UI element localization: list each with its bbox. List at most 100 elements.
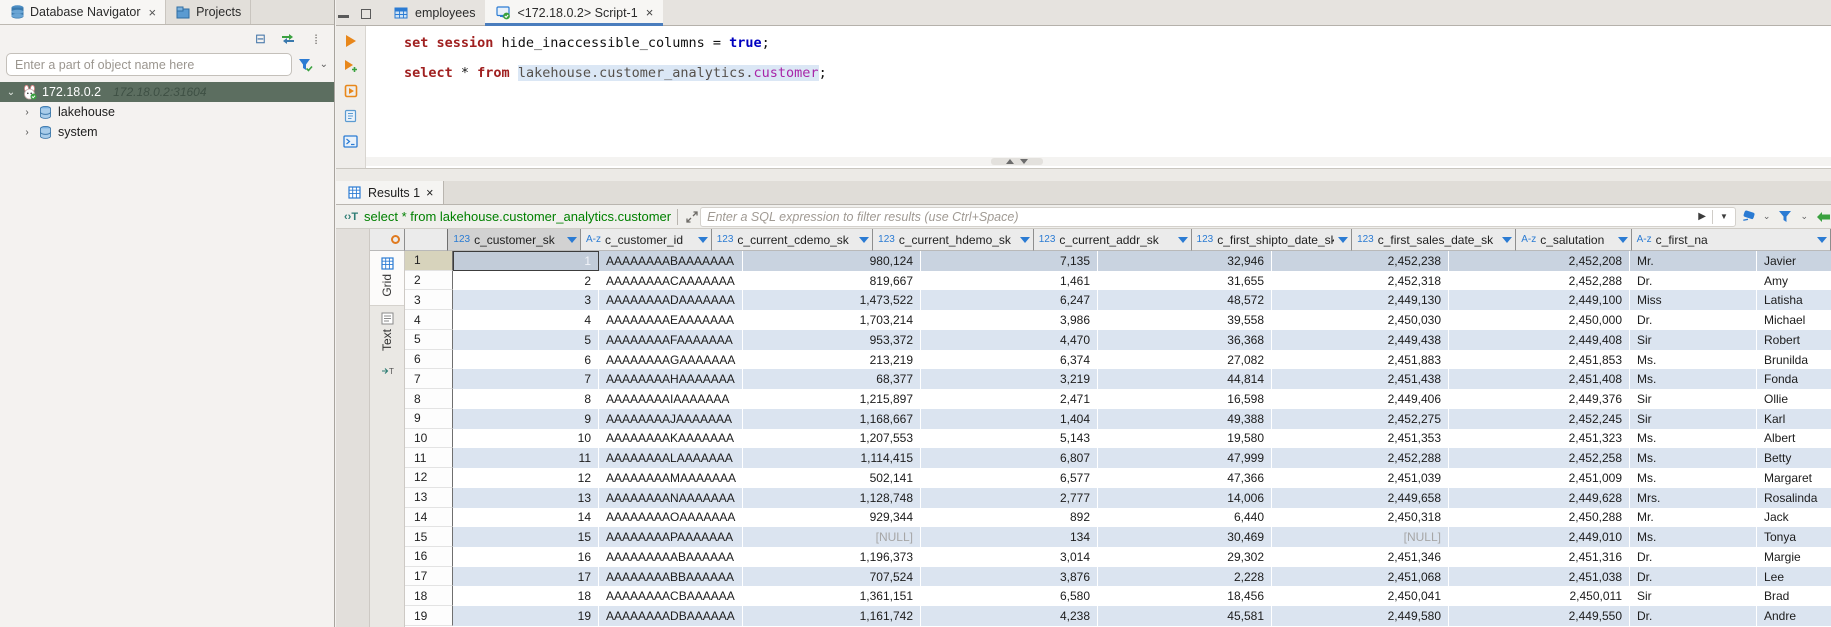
cell-c_salutation[interactable]: Sir xyxy=(1630,586,1757,606)
sql-line[interactable]: select * from lakehouse.customer_analyti… xyxy=(404,60,1831,90)
sort-menu-icon[interactable] xyxy=(698,237,708,243)
cell-c_customer_sk[interactable]: 13 xyxy=(453,488,599,508)
cell-c_salutation[interactable]: Miss xyxy=(1630,290,1757,310)
presentation-tab-text[interactable]: Text xyxy=(370,306,404,359)
splitter-collapse-handle[interactable] xyxy=(991,158,1043,165)
cell-c_current_cdemo_sk[interactable]: 1,196,373 xyxy=(743,547,921,567)
sort-menu-icon[interactable] xyxy=(1338,237,1348,243)
column-header-c_current_addr_sk[interactable]: 123c_current_addr_sk xyxy=(1034,229,1192,251)
cell-c_first_shipto_date_sk[interactable]: 2,452,275 xyxy=(1272,409,1449,429)
cell-c_current_addr_sk[interactable]: 16,598 xyxy=(1098,389,1272,409)
sort-menu-icon[interactable] xyxy=(1020,237,1030,243)
chevron-down-icon[interactable]: ⌄ xyxy=(1800,211,1808,222)
close-icon[interactable]: × xyxy=(148,5,156,20)
cell-c_first_shipto_date_sk[interactable]: 2,451,438 xyxy=(1272,369,1449,389)
cell-c_first_sales_date_sk[interactable]: 2,452,208 xyxy=(1449,251,1630,271)
cell-c_current_hdemo_sk[interactable]: 2,471 xyxy=(921,389,1098,409)
cell-c_customer_sk[interactable]: 10 xyxy=(453,429,599,449)
cell-c_current_hdemo_sk[interactable]: 892 xyxy=(921,508,1098,528)
cell-c_first_shipto_date_sk[interactable]: 2,449,406 xyxy=(1272,389,1449,409)
cell-c_customer_id[interactable]: AAAAAAAAHAAAAAAA xyxy=(599,369,743,389)
collapse-down-icon[interactable] xyxy=(1020,159,1028,164)
cell-c_first_na[interactable]: Lee xyxy=(1757,567,1831,587)
cell-c_current_hdemo_sk[interactable]: 6,247 xyxy=(921,290,1098,310)
cell-c_first_sales_date_sk[interactable]: 2,452,288 xyxy=(1449,271,1630,291)
cell-c_first_sales_date_sk[interactable]: 2,449,100 xyxy=(1449,290,1630,310)
cell-c_customer_sk[interactable]: 4 xyxy=(453,310,599,330)
cell-c_first_shipto_date_sk[interactable]: 2,452,238 xyxy=(1272,251,1449,271)
cell-c_current_addr_sk[interactable]: 14,006 xyxy=(1098,488,1272,508)
cell-c_current_cdemo_sk[interactable]: 68,377 xyxy=(743,369,921,389)
cell-c_first_shipto_date_sk[interactable]: 2,452,318 xyxy=(1272,271,1449,291)
tree-item-system[interactable]: › system xyxy=(0,122,334,142)
cell-c_first_na[interactable]: Margie xyxy=(1757,547,1831,567)
close-icon[interactable]: × xyxy=(646,5,654,20)
cell-c_first_shipto_date_sk[interactable]: [NULL] xyxy=(1272,527,1449,547)
cell-c_customer_sk[interactable]: 11 xyxy=(453,448,599,468)
cell-c_customer_sk[interactable]: 14 xyxy=(453,508,599,528)
cell-c_customer_id[interactable]: AAAAAAAAABAAAAAA xyxy=(599,547,743,567)
cell-c_first_sales_date_sk[interactable]: 2,449,550 xyxy=(1449,606,1630,626)
cell-c_customer_sk[interactable]: 8 xyxy=(453,389,599,409)
row-number[interactable]: 15 xyxy=(405,527,453,547)
cell-c_first_sales_date_sk[interactable]: 2,451,408 xyxy=(1449,369,1630,389)
cell-c_customer_id[interactable]: AAAAAAAAJAAAAAAA xyxy=(599,409,743,429)
cell-c_current_cdemo_sk[interactable]: 1,207,553 xyxy=(743,429,921,449)
cell-c_current_addr_sk[interactable]: 39,558 xyxy=(1098,310,1272,330)
cell-c_current_cdemo_sk[interactable]: 1,215,897 xyxy=(743,389,921,409)
cell-c_customer_sk[interactable]: 5 xyxy=(453,330,599,350)
cell-c_current_cdemo_sk[interactable]: 707,524 xyxy=(743,567,921,587)
row-number[interactable]: 18 xyxy=(405,586,453,606)
chevron-down-icon[interactable]: ⌄ xyxy=(320,59,328,70)
cell-c_first_na[interactable]: Michael xyxy=(1757,310,1831,330)
sql-line[interactable]: set session hide_inaccessible_columns = … xyxy=(404,30,1831,60)
cell-c_first_shipto_date_sk[interactable]: 2,449,658 xyxy=(1272,488,1449,508)
cell-c_customer_sk[interactable]: 7 xyxy=(453,369,599,389)
filter-funnel-icon[interactable] xyxy=(1777,209,1793,225)
select-all-corner[interactable] xyxy=(370,229,405,251)
erase-filter-icon[interactable] xyxy=(1740,209,1756,225)
column-header-c_first_sales_date_sk[interactable]: 123c_first_sales_date_sk xyxy=(1352,229,1516,251)
cell-c_current_hdemo_sk[interactable]: 6,577 xyxy=(921,468,1098,488)
cell-c_customer_id[interactable]: AAAAAAAACAAAAAAA xyxy=(599,271,743,291)
cell-c_first_na[interactable]: Tonya xyxy=(1757,527,1831,547)
cell-c_current_cdemo_sk[interactable]: 980,124 xyxy=(743,251,921,271)
cell-c_current_addr_sk[interactable]: 49,388 xyxy=(1098,409,1272,429)
collapse-up-icon[interactable] xyxy=(1006,159,1014,164)
cell-c_first_sales_date_sk[interactable]: 2,451,316 xyxy=(1449,547,1630,567)
cell-c_first_na[interactable]: Robert xyxy=(1757,330,1831,350)
column-header-c_current_cdemo_sk[interactable]: 123c_current_cdemo_sk xyxy=(712,229,873,251)
cell-c_salutation[interactable]: Dr. xyxy=(1630,547,1757,567)
cell-c_customer_id[interactable]: AAAAAAAABAAAAAAA xyxy=(599,251,743,271)
cell-c_customer_id[interactable]: AAAAAAAAGAAAAAAA xyxy=(599,350,743,370)
cell-c_current_addr_sk[interactable]: 44,814 xyxy=(1098,369,1272,389)
cell-c_first_na[interactable]: Fonda xyxy=(1757,369,1831,389)
cell-c_first_sales_date_sk[interactable]: 2,450,288 xyxy=(1449,508,1630,528)
cell-c_customer_sk[interactable]: 9 xyxy=(453,409,599,429)
cell-c_first_na[interactable]: Albert xyxy=(1757,429,1831,449)
cell-c_current_cdemo_sk[interactable]: 953,372 xyxy=(743,330,921,350)
cell-c_current_addr_sk[interactable]: 29,302 xyxy=(1098,547,1272,567)
expander-icon[interactable]: › xyxy=(22,107,32,118)
cell-c_current_cdemo_sk[interactable]: 1,168,667 xyxy=(743,409,921,429)
cell-c_salutation[interactable]: Sir xyxy=(1630,409,1757,429)
link-with-editor-icon[interactable] xyxy=(280,31,296,47)
cell-c_current_cdemo_sk[interactable]: 1,473,522 xyxy=(743,290,921,310)
row-number[interactable]: 5 xyxy=(405,330,453,350)
cell-c_customer_id[interactable]: AAAAAAAAPAAAAAAA xyxy=(599,527,743,547)
cell-c_customer_id[interactable]: AAAAAAAANAAAAAAA xyxy=(599,488,743,508)
filter-check-icon[interactable] xyxy=(298,57,314,73)
cell-c_first_na[interactable]: Rosalinda xyxy=(1757,488,1831,508)
cell-c_current_cdemo_sk[interactable]: 213,219 xyxy=(743,350,921,370)
cell-c_customer_sk[interactable]: 3 xyxy=(453,290,599,310)
cell-c_first_na[interactable]: Andre xyxy=(1757,606,1831,626)
cell-c_first_shipto_date_sk[interactable]: 2,451,883 xyxy=(1272,350,1449,370)
cell-c_first_na[interactable]: Brad xyxy=(1757,586,1831,606)
cell-c_customer_sk[interactable]: 19 xyxy=(453,606,599,626)
cell-c_customer_id[interactable]: AAAAAAAAOAAAAAAA xyxy=(599,508,743,528)
cell-c_customer_id[interactable]: AAAAAAAALAAAAAAA xyxy=(599,448,743,468)
cell-c_first_na[interactable]: Latisha xyxy=(1757,290,1831,310)
collapse-all-icon[interactable]: ⊟ xyxy=(252,31,268,47)
editor-hscrollbar[interactable] xyxy=(366,157,1831,166)
cell-c_current_hdemo_sk[interactable]: 6,580 xyxy=(921,586,1098,606)
